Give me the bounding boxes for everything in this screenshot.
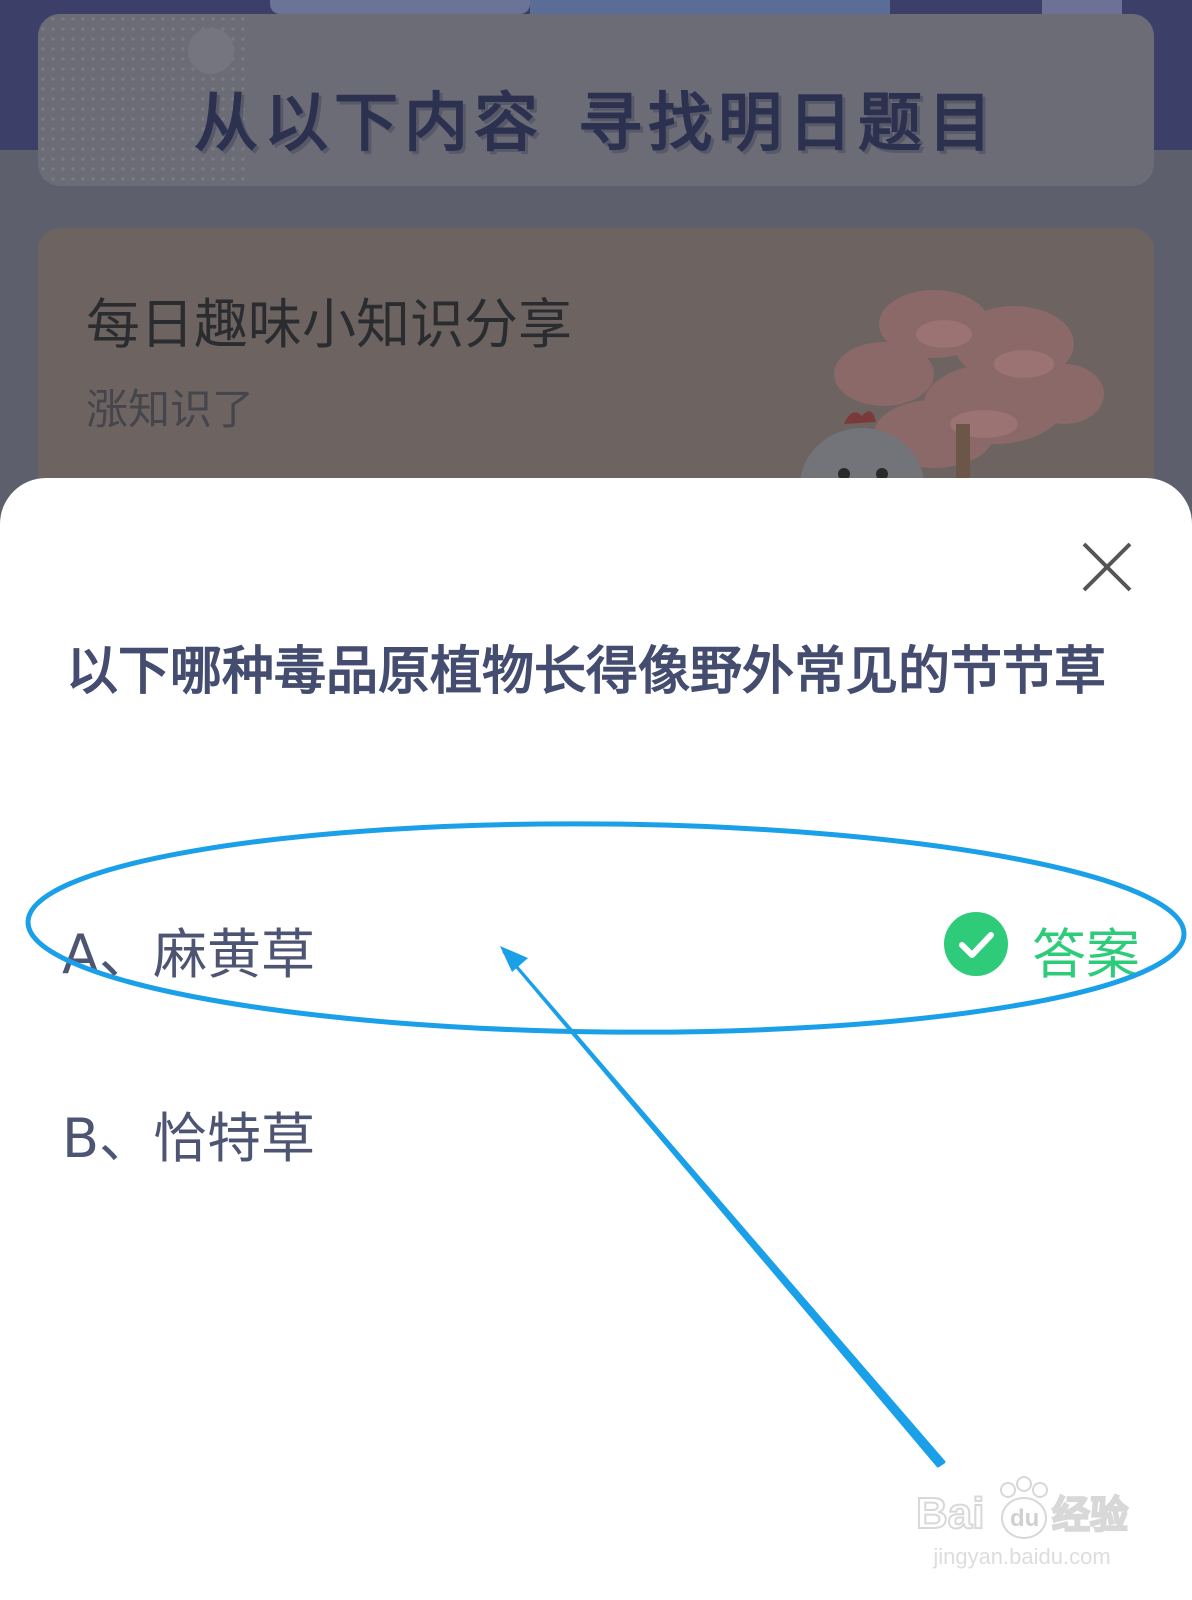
check-circle-icon — [944, 912, 1008, 976]
svg-text:Bai: Bai — [916, 1489, 984, 1538]
baidu-logo-icon: Bai du 经验 — [915, 1476, 1129, 1539]
option-b-label: B、恰特草 — [62, 1107, 316, 1170]
option-a-label: A、麻黄草 — [62, 923, 315, 986]
banner-title-left: 从以下内容 — [194, 87, 544, 161]
decoration-circle — [188, 28, 234, 74]
banner-title: 从以下内容 寻找明日题目 — [38, 72, 1154, 164]
answer-label: 答案 — [1032, 923, 1140, 986]
svg-text:经验: 经验 — [1052, 1493, 1128, 1537]
find-tomorrow-question-banner: 从以下内容 寻找明日题目 — [38, 14, 1154, 186]
watermark-url: jingyan.baidu.com — [933, 1544, 1111, 1569]
option-a[interactable]: A、麻黄草 答案 — [62, 904, 1140, 986]
close-icon — [1082, 542, 1132, 592]
header-decoration — [530, 0, 890, 14]
card-title: 每日趣味小知识分享 — [86, 293, 572, 356]
close-button[interactable] — [1078, 538, 1136, 596]
baidu-jingyan-watermark: Bai du 经验 jingyan.baidu.com — [912, 1468, 1132, 1578]
banner-title-right: 寻找明日题目 — [578, 87, 998, 161]
quiz-question: 以下哪种毒品原植物长得像野外常见的节节草 — [66, 642, 1107, 702]
card-subtitle: 涨知识了 — [86, 385, 255, 434]
header-decoration — [270, 0, 530, 14]
svg-text:du: du — [1010, 1505, 1039, 1532]
option-b[interactable]: B、恰特草 — [62, 1088, 1132, 1170]
answer-badge: 答案 — [944, 908, 1140, 986]
